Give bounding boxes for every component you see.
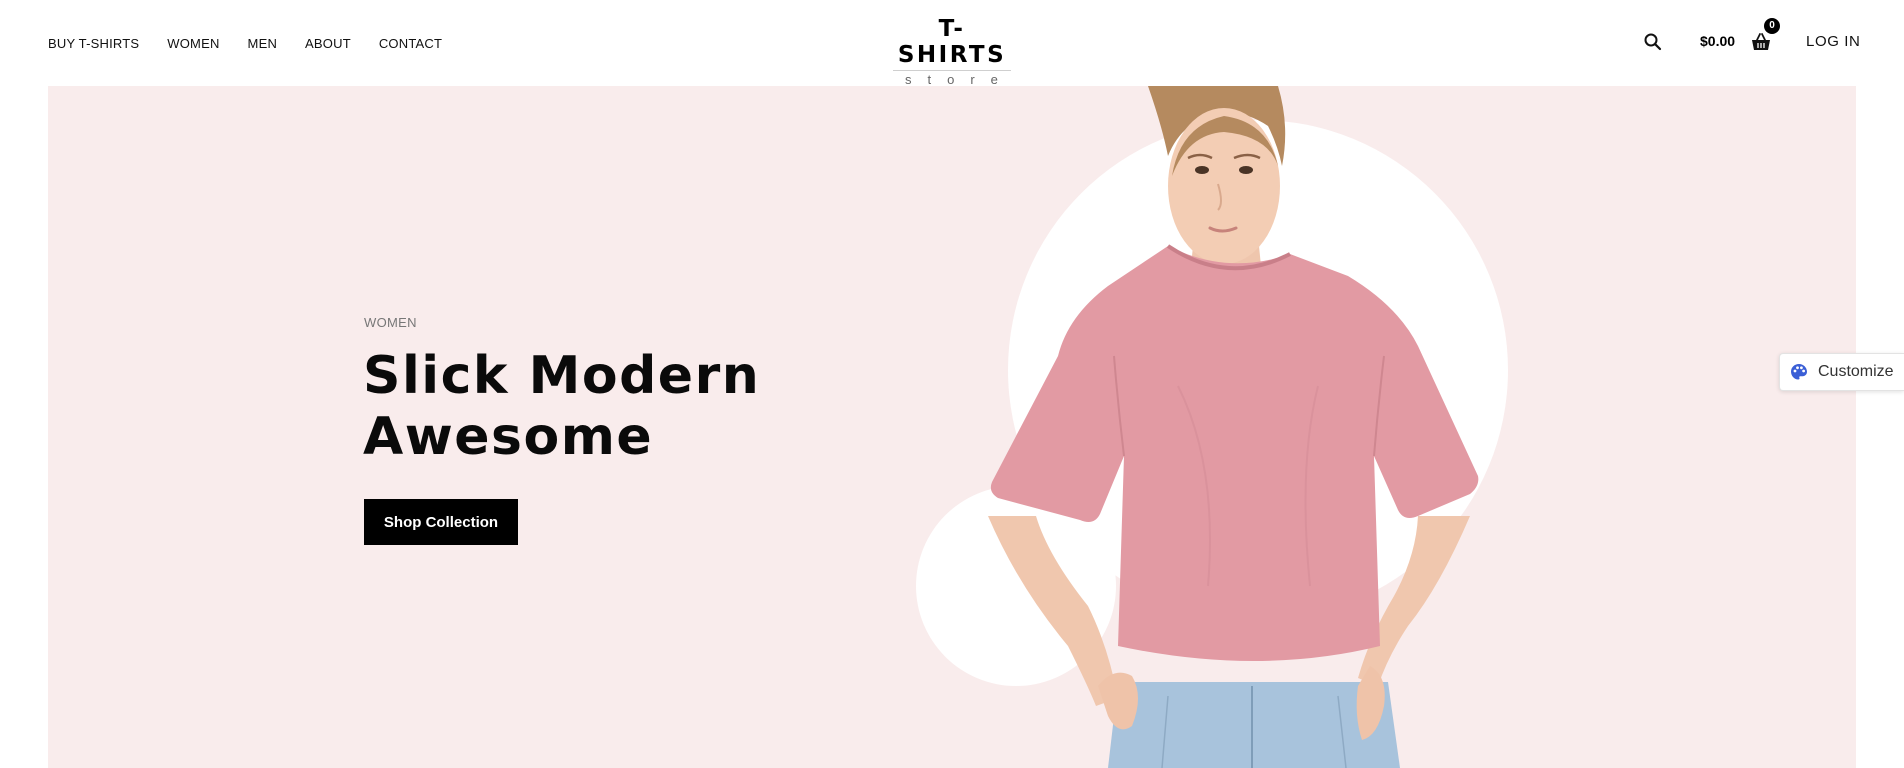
hero-title-line-1: Slick Modern	[363, 346, 761, 406]
site-logo[interactable]: T-SHIRTS store	[891, 16, 1013, 87]
nav-item-about[interactable]: ABOUT	[305, 36, 351, 51]
logo-divider	[893, 70, 1011, 71]
customize-panel-toggle[interactable]: Customize	[1779, 353, 1904, 391]
nav-item-men[interactable]: MEN	[248, 36, 278, 51]
hero-title: Slick Modern Awesome	[363, 346, 883, 468]
basket-icon	[1752, 33, 1770, 50]
hero-banner: WOMEN Slick Modern Awesome Shop Collecti…	[48, 86, 1856, 768]
logo-title: T-SHIRTS	[897, 16, 1007, 68]
site-header: BUY T-SHIRTS WOMEN MEN ABOUT CONTACT T-S…	[0, 0, 1904, 87]
palette-icon	[1791, 364, 1807, 380]
customize-label: Customize	[1818, 363, 1894, 380]
cart-total[interactable]: $0.00	[1700, 33, 1735, 49]
login-link[interactable]: LOG IN	[1806, 33, 1860, 50]
shop-collection-button[interactable]: Shop Collection	[364, 499, 518, 545]
search-button[interactable]	[1643, 32, 1663, 52]
nav-item-women[interactable]: WOMEN	[167, 36, 219, 51]
logo-subtitle: store	[905, 72, 1014, 87]
hero-model-image	[988, 86, 1479, 768]
main-navigation: BUY T-SHIRTS WOMEN MEN ABOUT CONTACT	[48, 36, 442, 51]
cart-button[interactable]	[1750, 31, 1772, 53]
hero-title-line-2: Awesome	[363, 407, 654, 467]
search-icon	[1644, 33, 1662, 51]
cart-count-badge: 0	[1764, 18, 1780, 34]
nav-item-buy-t-shirts[interactable]: BUY T-SHIRTS	[48, 36, 139, 51]
hero-category-label: WOMEN	[364, 315, 417, 330]
nav-item-contact[interactable]: CONTACT	[379, 36, 442, 51]
